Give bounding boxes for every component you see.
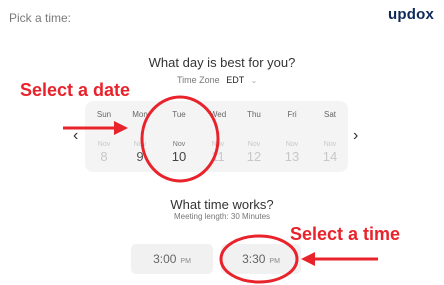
time-highlight-circle: [219, 234, 299, 284]
date-arrow-head: [114, 121, 128, 135]
date-highlight-circle: [140, 95, 220, 183]
select-time-annotation: Select a time: [290, 224, 401, 244]
time-arrow-head: [301, 252, 315, 266]
select-date-annotation: Select a date: [20, 80, 131, 100]
